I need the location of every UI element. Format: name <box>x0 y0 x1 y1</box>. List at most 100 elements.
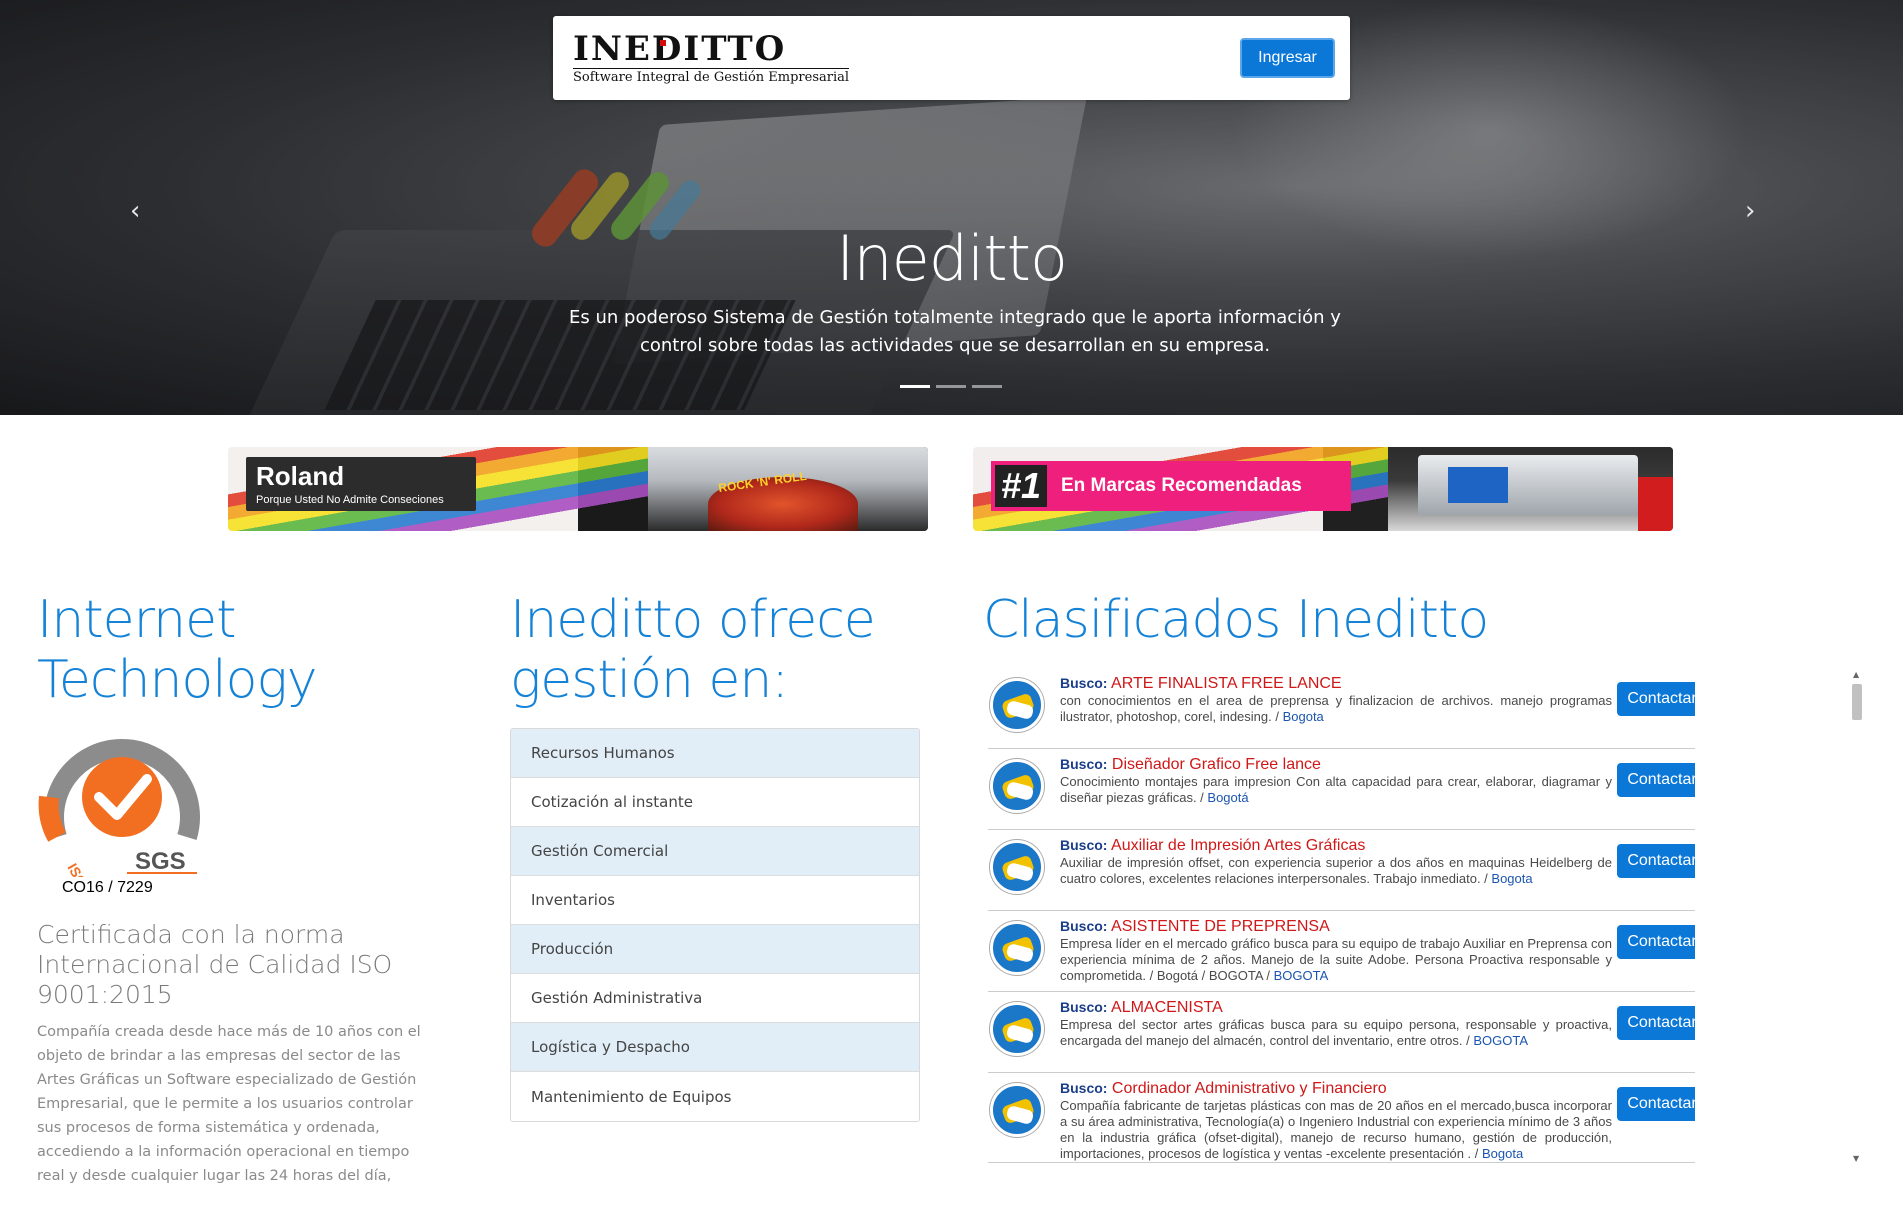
busco-label: Busco: <box>1060 837 1108 853</box>
list-item-gestion-comercial[interactable]: Gestión Comercial <box>511 827 919 876</box>
ad-city-link[interactable]: Bogotá <box>1207 790 1248 805</box>
logo-red-mark <box>660 40 666 46</box>
list-item: Busco: Cordinador Administrativo y Finan… <box>988 1073 1695 1163</box>
list-item-cotizacion[interactable]: Cotización al instante <box>511 778 919 827</box>
ad-heading: Busco: ARTE FINALISTA FREE LANCE <box>1060 674 1342 693</box>
contact-button[interactable]: Contactar <box>1617 925 1695 959</box>
hero-carousel: INEDITTO Software Integral de Gestión Em… <box>0 0 1903 415</box>
ad-heading: Busco: Cordinador Administrativo y Finan… <box>1060 1079 1387 1098</box>
heading-line: gestión en: <box>510 650 789 710</box>
list-item: Busco: ARTE FINALISTA FREE LANCE con con… <box>988 668 1695 749</box>
printer-side <box>1638 477 1673 531</box>
handshake-icon <box>990 921 1044 975</box>
carousel-indicator[interactable] <box>972 385 1002 388</box>
list-item-logistica[interactable]: Logística y Despacho <box>511 1023 919 1072</box>
company-description: Compañía creada desde hace más de 10 año… <box>37 1024 421 1184</box>
brands-banner[interactable]: #1 En Marcas Recomendadas <box>973 447 1673 531</box>
ad-description-text: con conocimientos en el area de preprens… <box>1060 693 1612 724</box>
ad-description-text: Compañía fabricante de tarjetas plástica… <box>1060 1098 1612 1161</box>
roland-banner[interactable]: Roland Porque Usted No Admite Consecione… <box>228 447 928 531</box>
ad-title[interactable]: Auxiliar de Impresión Artes Gráficas <box>1111 837 1365 854</box>
ad-description: con conocimientos en el area de preprens… <box>1060 693 1612 725</box>
list-item-inventarios[interactable]: Inventarios <box>511 876 919 925</box>
roland-title: Roland <box>256 461 345 491</box>
contact-button[interactable]: Contactar <box>1617 682 1695 716</box>
management-list: Recursos Humanos Cotización al instante … <box>510 728 920 1122</box>
list-item: Busco: Diseñador Grafico Free lance Cono… <box>988 749 1695 830</box>
printer-image <box>1388 447 1673 531</box>
svg-text:ISO 9001: ISO 9001 <box>64 861 108 878</box>
logo-subtitle: Software Integral de Gestión Empresarial <box>573 68 850 85</box>
heading-line: Internet <box>37 590 236 650</box>
ad-heading: Busco: Diseñador Grafico Free lance <box>1060 755 1321 774</box>
contact-button[interactable]: Contactar <box>1617 763 1695 797</box>
handshake-icon <box>990 1083 1044 1137</box>
rank-text: En Marcas Recomendadas <box>1061 475 1302 496</box>
busco-label: Busco: <box>1060 756 1108 772</box>
ad-description: Compañía fabricante de tarjetas plástica… <box>1060 1098 1612 1162</box>
carousel-indicator[interactable] <box>900 385 930 388</box>
busco-label: Busco: <box>1060 999 1108 1015</box>
heading-line: Technology <box>37 650 317 710</box>
classifieds-scrollbar[interactable]: ▲ ▼ <box>1850 668 1864 1166</box>
carousel-indicator[interactable] <box>936 385 966 388</box>
ad-title[interactable]: ALMACENISTA <box>1111 999 1223 1016</box>
ineditto-ofrece-heading: Ineditto ofrece gestión en: <box>510 590 876 710</box>
roland-label-box: Roland Porque Usted No Admite Consecione… <box>246 457 476 511</box>
scroll-up-icon[interactable]: ▲ <box>1853 670 1859 679</box>
contact-button[interactable]: Contactar <box>1617 844 1695 878</box>
handshake-icon <box>990 1002 1044 1056</box>
handshake-icon <box>990 759 1044 813</box>
ad-city-link[interactable]: Bogota <box>1283 709 1324 724</box>
login-button[interactable]: Ingresar <box>1240 38 1335 78</box>
ad-heading: Busco: ALMACENISTA <box>1060 998 1223 1017</box>
certification-title: Certificada con la norma Internacional d… <box>37 920 393 1009</box>
printer-image: ROCK 'N' ROLL <box>648 447 928 531</box>
list-item-mantenimiento[interactable]: Mantenimiento de Equipos <box>511 1072 919 1121</box>
ad-city-link[interactable]: BOGOTA <box>1473 1033 1528 1048</box>
clasificados-heading: Clasificados Ineditto <box>983 590 1489 650</box>
list-item: Busco: Auxiliar de Impresión Artes Gráfi… <box>988 830 1695 911</box>
list-item-produccion[interactable]: Producción <box>511 925 919 974</box>
ad-description: Conocimiento montajes para impresion Con… <box>1060 774 1612 806</box>
ad-city-link[interactable]: Bogota <box>1482 1146 1523 1161</box>
rank-label-box: #1 En Marcas Recomendadas <box>991 461 1351 511</box>
ad-description: Auxiliar de impresión offset, con experi… <box>1060 855 1612 887</box>
ad-description-text: Empresa líder en el mercado gráfico busc… <box>1060 936 1612 983</box>
hero-subtitle: Es un poderoso Sistema de Gestión totalm… <box>569 307 1341 356</box>
list-item-gestion-administrativa[interactable]: Gestión Administrativa <box>511 974 919 1023</box>
busco-label: Busco: <box>1060 918 1108 934</box>
ad-title[interactable]: ASISTENTE DE PREPRENSA <box>1111 918 1330 935</box>
hero-title: Ineditto <box>836 222 1068 295</box>
internet-technology-heading: Internet Technology <box>37 590 317 710</box>
iso-code: CO16 / 7229 <box>62 879 153 896</box>
contact-button[interactable]: Contactar <box>1617 1087 1695 1121</box>
top-navbar: INEDITTO Software Integral de Gestión Em… <box>553 16 1350 100</box>
ad-city-link[interactable]: BOGOTA <box>1274 968 1329 983</box>
contact-button[interactable]: Contactar <box>1617 1006 1695 1040</box>
ad-heading: Busco: Auxiliar de Impresión Artes Gráfi… <box>1060 836 1365 855</box>
heading-line: Ineditto ofrece <box>510 590 876 650</box>
logo-title[interactable]: INEDITTO <box>573 32 786 66</box>
ad-city-link[interactable]: Bogota <box>1491 871 1532 886</box>
ad-description: Empresa del sector artes gráficas busca … <box>1060 1017 1612 1049</box>
scroll-thumb[interactable] <box>1852 684 1862 720</box>
busco-label: Busco: <box>1060 1080 1108 1096</box>
list-item-recursos-humanos[interactable]: Recursos Humanos <box>511 729 919 778</box>
svg-text:SGS: SGS <box>135 848 186 875</box>
ad-description: Empresa líder en el mercado gráfico busc… <box>1060 936 1612 984</box>
ad-title[interactable]: Cordinador Administrativo y Financiero <box>1112 1080 1387 1097</box>
ad-title[interactable]: Diseñador Grafico Free lance <box>1112 756 1321 773</box>
ad-title[interactable]: ARTE FINALISTA FREE LANCE <box>1111 675 1342 692</box>
list-item: Busco: ALMACENISTA Empresa del sector ar… <box>988 992 1695 1073</box>
handshake-icon <box>990 840 1044 894</box>
scroll-down-icon[interactable]: ▼ <box>1853 1154 1859 1163</box>
ad-description-text: Conocimiento montajes para impresion Con… <box>1060 774 1612 805</box>
ad-heading: Busco: ASISTENTE DE PREPRENSA <box>1060 917 1330 936</box>
iso-certification-seal: ISO 9001 SGS CO16 / 7229 <box>37 727 217 920</box>
carousel-indicators <box>900 385 1002 388</box>
roland-subtitle: Porque Usted No Admite Conseciones <box>256 494 444 506</box>
list-item: Busco: ASISTENTE DE PREPRENSA Empresa lí… <box>988 911 1695 992</box>
classifieds-list: Busco: ARTE FINALISTA FREE LANCE con con… <box>988 668 1695 1166</box>
classifieds-panel[interactable]: Busco: ARTE FINALISTA FREE LANCE con con… <box>988 668 1695 1166</box>
